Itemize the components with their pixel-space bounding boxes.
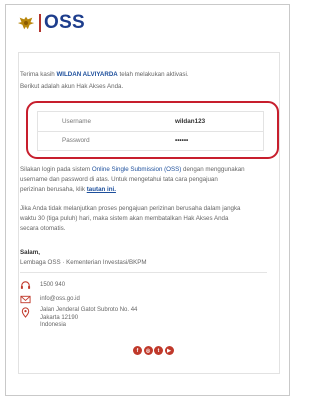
social-links: f ◎ t ▶ xyxy=(133,346,175,355)
location-pin-icon xyxy=(20,306,31,318)
phone-number[interactable]: 1500 940 xyxy=(40,282,65,288)
greeting-line-2: Berikut adalah akun Hak Akses Anda. xyxy=(20,83,124,90)
username-row: Username wildan123 xyxy=(38,112,263,132)
headset-icon xyxy=(20,280,31,291)
footer-divider xyxy=(20,272,267,273)
logo-separator xyxy=(39,14,41,32)
oss-logo: OSS xyxy=(44,12,86,33)
garuda-emblem-icon xyxy=(17,16,35,30)
username-value[interactable]: wildan123 xyxy=(175,118,205,125)
warning-line-2: waktu 30 (tiga puluh) hari, maka sistem … xyxy=(20,215,229,222)
address-line-1: Jalan Jenderal Gatot Subroto No. 44 xyxy=(40,307,138,313)
youtube-icon[interactable]: ▶ xyxy=(164,346,174,355)
twitter-icon[interactable]: t xyxy=(154,346,163,355)
email-address[interactable]: info@oss.go.id xyxy=(40,296,80,302)
address-line-2: Jakarta 12190 xyxy=(40,314,79,321)
contact-phone: 1500 940 xyxy=(20,279,65,291)
mail-icon xyxy=(20,294,31,305)
greeting-line: Terima kasih WILDAN ALVIYARDA telah mela… xyxy=(20,71,189,78)
password-value[interactable]: •••••• xyxy=(175,137,188,144)
signature: Lembaga OSS · Kementerian Investasi/BKPM xyxy=(20,259,147,266)
oss-link[interactable]: Online Single Submission (OSS) xyxy=(92,166,181,173)
header: OSS xyxy=(17,10,85,36)
instruction-line-3: perizinan berusaha, klik tautan ini. xyxy=(20,186,116,193)
instruction-line-2: username dan password di atas. Untuk men… xyxy=(20,176,218,183)
contact-address-icon-row xyxy=(20,306,40,318)
username-label: Username xyxy=(62,118,92,125)
warning-line-1: Jika Anda tidak melanjutkan proses penga… xyxy=(20,205,241,212)
user-name: WILDAN ALVIYARDA xyxy=(56,71,118,78)
address-line-3: Indonesia xyxy=(40,322,67,328)
tautan-link[interactable]: tautan ini. xyxy=(87,186,116,193)
facebook-icon[interactable]: f xyxy=(133,346,142,355)
instagram-icon[interactable]: ◎ xyxy=(143,346,153,355)
password-label: Password xyxy=(62,137,90,144)
password-row: Password •••••• xyxy=(38,131,263,150)
closing: Salam, xyxy=(20,249,40,256)
contact-email: info@oss.go.id xyxy=(20,293,80,305)
address: Jalan Jenderal Gatot Subroto No. 44 Jaka… xyxy=(40,307,137,330)
warning-line-3: secara otomatis. xyxy=(20,225,66,232)
account-table: Username wildan123 Password •••••• xyxy=(37,111,264,151)
instruction-line-1: Silakan login pada sistem Online Single … xyxy=(20,166,245,173)
